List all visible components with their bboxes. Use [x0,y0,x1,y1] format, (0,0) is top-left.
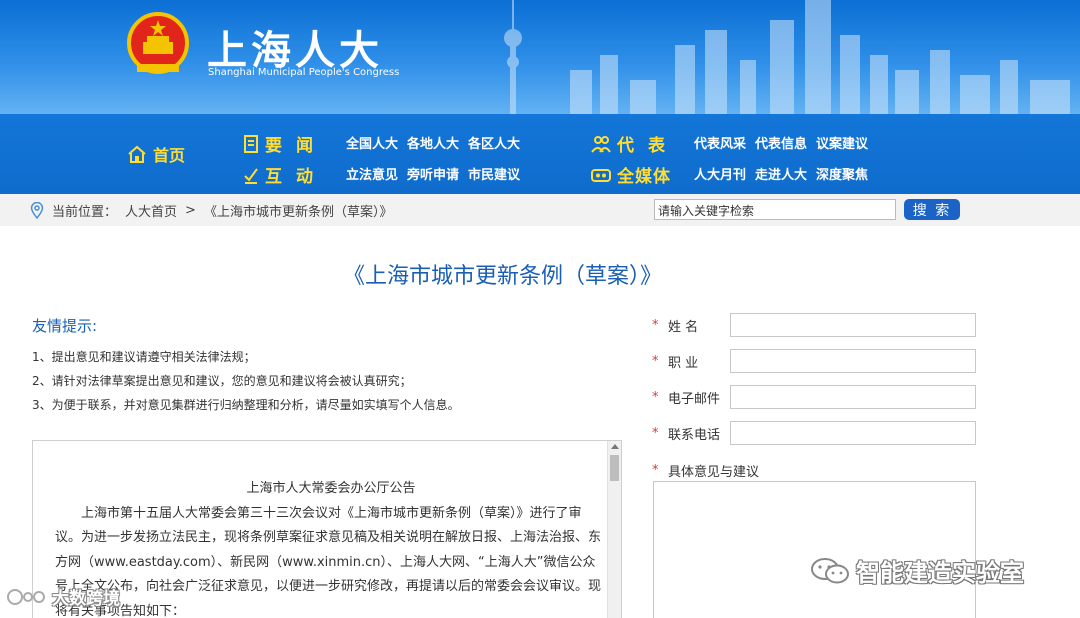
occupation-field[interactable] [730,349,976,373]
nav-link-regional[interactable]: 各地人大 [407,133,459,152]
nav-link-hearing-application[interactable]: 旁听申请 [407,164,459,183]
nav-home[interactable]: 首页 [127,142,185,166]
required-mark: * [652,463,659,478]
nav-interact-links: 立法意见 旁听申请 市民建议 [346,164,520,183]
nav-media-links: 人大月刊 走进人大 深度聚焦 [694,164,868,183]
opinion-label: 具体意见与建议 [668,465,760,480]
wechat-watermark: 智能建造实验室 [810,553,1024,588]
email-field[interactable] [730,385,976,409]
nav-category-media[interactable]: 全媒体 [591,162,671,187]
main-nav: 首页 要闻 全国人大 各地人大 各区人大 互动 立法意见 旁听申请 市民建议 代… [0,114,1080,194]
nav-link-deputy-info[interactable]: 代表信息 [755,133,807,152]
pencil-check-icon [244,167,258,184]
nav-category-interact[interactable]: 互动 [243,162,327,187]
notice-body: 上海市第十五届人大常委会第三十三次会议对《上海市城市更新条例（草案）》进行了审议… [55,505,602,618]
phone-label: 联系电话 [668,427,721,443]
wechat-watermark-text: 智能建造实验室 [856,559,1024,587]
nav-news-label: 要闻 [265,136,327,156]
required-mark: * [652,389,659,405]
nav-category-deputies[interactable]: 代表 [591,131,679,156]
tip-item: 2、请针对法律草案提出意见和建议，您的意见和建议将会被认真研究； [32,374,412,388]
breadcrumb-prefix: 当前位置： [52,205,118,220]
nav-link-national[interactable]: 全国人大 [346,133,398,152]
required-mark: * [652,317,659,333]
notice-heading: 上海市人大常委会办公厅公告 [246,481,416,496]
name-label: 姓 名 [668,319,699,335]
breadcrumb-bar: 当前位置： 人大首页 > 《上海市城市更新条例（草案）》 请输入关键字检索 搜 … [0,194,1080,226]
nav-news-links: 全国人大 各地人大 各区人大 [346,133,520,152]
nav-media-label: 全媒体 [617,167,671,187]
notice-scrollbar[interactable] [607,441,621,618]
page-title: 《上海市城市更新条例（草案）》 [342,264,662,289]
form-row-email: * 电子邮件 [652,385,976,409]
form-row-opinion: * 具体意见与建议 [652,461,759,480]
breadcrumb: 当前位置： 人大首页 > 《上海市城市更新条例（草案）》 [30,201,392,220]
corner-watermark-text: 大数跨境 [52,589,120,609]
tips-list: 1、提出意见和建议请遵守相关法律法规； 2、请针对法律草案提出意见和建议，您的意… [32,349,460,421]
nav-link-visit[interactable]: 走进人大 [755,164,807,183]
nav-link-monthly[interactable]: 人大月刊 [694,164,746,183]
national-emblem-icon [127,12,189,74]
form-row-phone: * 联系电话 [652,421,976,445]
email-label: 电子邮件 [668,391,721,407]
nav-link-in-depth[interactable]: 深度聚焦 [816,164,868,183]
tip-item: 1、提出意见和建议请遵守相关法律法规； [32,350,256,364]
nav-link-legislative-opinion[interactable]: 立法意见 [346,164,398,183]
site-subtitle: Shanghai Municipal People's Congress [208,67,400,78]
required-mark: * [652,425,659,441]
breadcrumb-current: 《上海市城市更新条例（草案）》 [203,205,393,220]
search-button[interactable]: 搜 索 [904,199,960,220]
header-banner: 上海人大 Shanghai Municipal People's Congres… [0,0,1080,114]
nav-deputies-label: 代表 [617,136,679,156]
nav-link-motions[interactable]: 议案建议 [816,133,868,152]
breadcrumb-separator: > [185,203,196,218]
home-icon [128,145,146,163]
nav-interact-label: 互动 [265,167,327,187]
nav-link-citizen-suggestion[interactable]: 市民建议 [468,164,520,183]
wechat-icon [811,557,849,583]
required-mark: * [652,353,659,369]
location-pin-icon [30,202,44,219]
tips-title: 友情提示: [32,317,98,335]
tip-item: 3、为便于联系，并对意见集群进行归纳整理和分析，请尽量如实填写个人信息。 [32,398,460,412]
nav-link-districts[interactable]: 各区人大 [468,133,520,152]
notice-content: 上海市人大常委会办公厅公告 上海市第十五届人大常委会第三十三次会议对《上海市城市… [55,477,607,618]
nav-home-label: 首页 [153,146,186,165]
search-input[interactable]: 请输入关键字检索 [654,199,896,220]
occupation-label: 职 业 [668,355,699,371]
form-row-occupation: * 职 业 [652,349,976,373]
phone-field[interactable] [730,421,976,445]
nav-link-deputy-profiles[interactable]: 代表风采 [694,133,746,152]
scroll-thumb[interactable] [610,455,619,481]
opinion-textarea[interactable] [653,481,976,618]
media-icon [591,168,611,182]
form-row-name: * 姓 名 [652,313,976,337]
nav-category-news[interactable]: 要闻 [243,131,327,156]
watermark-logo-icon [7,588,45,605]
name-field[interactable] [730,313,976,337]
people-icon [591,135,611,153]
corner-watermark: 大数跨境 [6,584,120,609]
scroll-up-arrow-icon[interactable] [611,444,619,449]
city-skyline-graphic [504,0,1070,114]
nav-deputies-links: 代表风采 代表信息 议案建议 [694,133,868,152]
breadcrumb-home-link[interactable]: 人大首页 [125,201,177,220]
document-icon [244,134,258,153]
notice-panel[interactable]: 上海市人大常委会办公厅公告 上海市第十五届人大常委会第三十三次会议对《上海市城市… [32,440,622,618]
